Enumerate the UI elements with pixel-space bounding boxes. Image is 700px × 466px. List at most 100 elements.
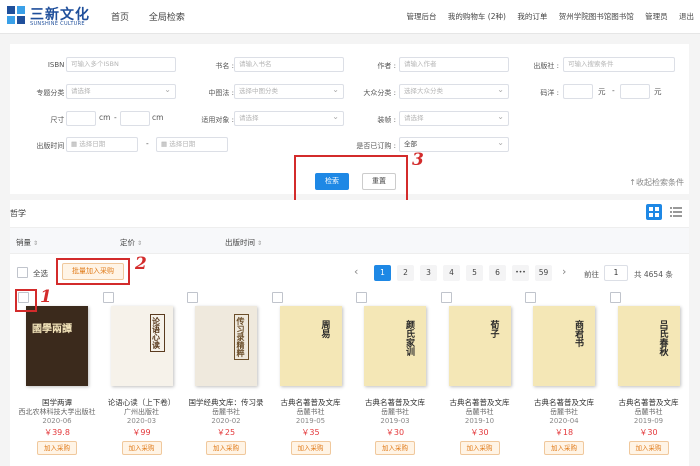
price-max-unit: 元 <box>654 87 662 96</box>
price-min-input[interactable] <box>563 84 593 99</box>
add-to-purchase-button[interactable]: 加入采购 <box>121 441 162 455</box>
page-ellipsis[interactable]: ••• <box>512 265 529 281</box>
collapse-filters-link[interactable]: ↑收起检索条件 <box>629 177 684 188</box>
nav-orders[interactable]: 我的订单 <box>517 12 547 21</box>
nav-admin[interactable]: 管理后台 <box>407 12 437 21</box>
book-price: ￥30 <box>385 428 405 437</box>
goto-page-input[interactable]: 1 <box>604 265 628 281</box>
page-59[interactable]: 59 <box>535 265 552 281</box>
book-checkbox[interactable] <box>356 292 367 303</box>
book-cover[interactable]: 國學兩譚 <box>26 306 88 386</box>
nav-user[interactable]: 管理员 <box>645 12 668 21</box>
size-max-input[interactable] <box>120 111 150 126</box>
book-cover-title: 论语心读 <box>149 314 165 352</box>
list-view-icon[interactable] <box>668 204 684 220</box>
book-price: ￥25 <box>216 428 236 437</box>
book-cover[interactable]: 论语心读 <box>110 306 173 386</box>
book-pubdate: 2019-05 <box>295 417 326 425</box>
brand-name-en: SUNSHINE CULTURE <box>30 21 85 27</box>
add-to-purchase-button[interactable]: 加入采购 <box>290 441 331 455</box>
topic-select[interactable]: 请选择 <box>66 84 176 99</box>
audience-label: 适用对象 : <box>201 116 234 124</box>
book-cover[interactable]: 吕氏春秋 <box>617 306 680 386</box>
book-publisher: 岳麓书社 <box>381 408 409 416</box>
results-category-title: 哲学 <box>10 209 26 218</box>
nav-home[interactable]: 首页 <box>111 13 129 23</box>
page-6[interactable]: 6 <box>489 265 506 281</box>
price-max-input[interactable] <box>620 84 650 99</box>
binding-label: 装帧 : <box>377 116 396 124</box>
add-to-purchase-button[interactable]: 加入采购 <box>628 441 669 455</box>
pubdate-end[interactable]: ▦ 选择日期 <box>156 137 228 152</box>
binding-select[interactable]: 请选择 <box>399 111 509 126</box>
book-card: 商君书 古典名著普及文库 岳麓书社 2020-04 ￥18 加入采购 <box>523 288 605 466</box>
page-2[interactable]: 2 <box>397 265 414 281</box>
page-3[interactable]: 3 <box>420 265 437 281</box>
audience-select[interactable]: 请选择 <box>234 111 344 126</box>
nav-cart[interactable]: 我的购物车 (2种) <box>448 12 506 21</box>
book-checkbox[interactable] <box>609 292 621 303</box>
size-dash: - <box>114 113 117 122</box>
book-cover[interactable]: 颜氏家训 <box>364 306 426 386</box>
title-input[interactable]: 请输入书名 <box>234 57 344 72</box>
pubdate-start[interactable]: ▦ 选择日期 <box>66 137 138 152</box>
book-publisher: 岳麓书社 <box>212 408 240 416</box>
page-1[interactable]: 1 <box>374 265 391 281</box>
user-nav: 管理后台 我的购物车 (2种) 我的订单 贺州学院图书馆图书馆 管理员 退出 <box>398 11 694 22</box>
book-cover[interactable]: 周易 <box>279 306 342 386</box>
nav-library[interactable]: 贺州学院图书馆图书馆 <box>559 12 634 21</box>
isbn-input[interactable]: 可输入多个ISBN <box>66 57 176 72</box>
brand-mark-icon <box>7 6 25 24</box>
prev-page-icon[interactable]: ‹ <box>354 265 358 278</box>
page-4[interactable]: 4 <box>443 265 460 281</box>
add-to-purchase-button[interactable]: 加入采购 <box>375 441 415 455</box>
add-to-purchase-button[interactable]: 加入采购 <box>206 441 246 455</box>
size-max-unit: cm <box>152 113 164 122</box>
publisher-input[interactable]: 可输入搜索条件 <box>563 57 675 72</box>
book-checkbox[interactable] <box>525 292 536 303</box>
book-cover-title: 商君书 <box>573 320 583 347</box>
annotation-box-2 <box>56 258 130 285</box>
nav-global-search[interactable]: 全局检索 <box>149 13 185 23</box>
book-checkbox[interactable] <box>102 292 114 303</box>
next-page-icon[interactable]: › <box>562 265 566 278</box>
book-grid: 1 國學兩譚 国学两谭 西北农林科技大学出版社 2020-06 ￥39.8 加入采购 论语心… <box>10 287 689 466</box>
sort-price-label: 定价 <box>120 238 135 247</box>
book-pubdate: 2020-02 <box>211 417 241 425</box>
clc-select[interactable]: 选择中图分类 <box>234 84 344 99</box>
book-pubdate: 2020-04 <box>549 417 579 425</box>
author-input[interactable]: 请输入作者 <box>399 57 509 72</box>
book-card: 國學兩譚 国学两谭 西北农林科技大学出版社 2020-06 ￥39.8 加入采购 <box>16 288 98 466</box>
sort-by-pubtime[interactable]: 出版时间 ⇕ <box>225 237 262 248</box>
pubdate-start-placeholder: 选择日期 <box>79 140 106 148</box>
book-checkbox[interactable] <box>271 292 283 303</box>
book-cover[interactable]: 荀子 <box>448 306 511 386</box>
book-publisher: 岳麓书社 <box>550 408 578 416</box>
nav-logout[interactable]: 退出 <box>679 12 694 21</box>
book-cover[interactable]: 商君书 <box>533 306 595 386</box>
sort-by-sales[interactable]: 销量 ⇕ <box>16 237 38 248</box>
topic-label: 专题分类 : <box>36 89 69 97</box>
book-price: ￥99 <box>132 428 151 437</box>
size-min-input[interactable] <box>66 111 96 126</box>
book-checkbox[interactable] <box>187 292 198 303</box>
brand-logo[interactable]: 三新文化 SUNSHINE CULTURE <box>6 3 98 29</box>
grid-view-icon[interactable] <box>646 204 662 220</box>
sort-by-price[interactable]: 定价 ⇕ <box>120 237 142 248</box>
add-to-purchase-button[interactable]: 加入采购 <box>544 441 584 455</box>
goto-label: 前往 <box>584 270 599 279</box>
book-price: ￥30 <box>639 428 658 437</box>
book-publisher: 岳麓书社 <box>634 408 663 416</box>
annotation-label-1: 1 <box>40 287 52 307</box>
select-all-checkbox[interactable] <box>17 267 28 278</box>
book-cover[interactable]: 传习录精粹 <box>195 306 257 386</box>
book-cover-title: 吕氏春秋 <box>657 320 668 356</box>
add-to-purchase-button[interactable]: 加入采购 <box>459 441 500 455</box>
book-price: ￥30 <box>470 428 489 437</box>
add-to-purchase-button[interactable]: 加入采购 <box>37 441 77 455</box>
book-cover-title: 颜氏家训 <box>404 320 414 356</box>
popular-select[interactable]: 选择大众分类 <box>399 84 509 99</box>
book-checkbox[interactable] <box>440 292 452 303</box>
sort-arrow-icon: ⇕ <box>33 240 39 247</box>
page-5[interactable]: 5 <box>466 265 483 281</box>
